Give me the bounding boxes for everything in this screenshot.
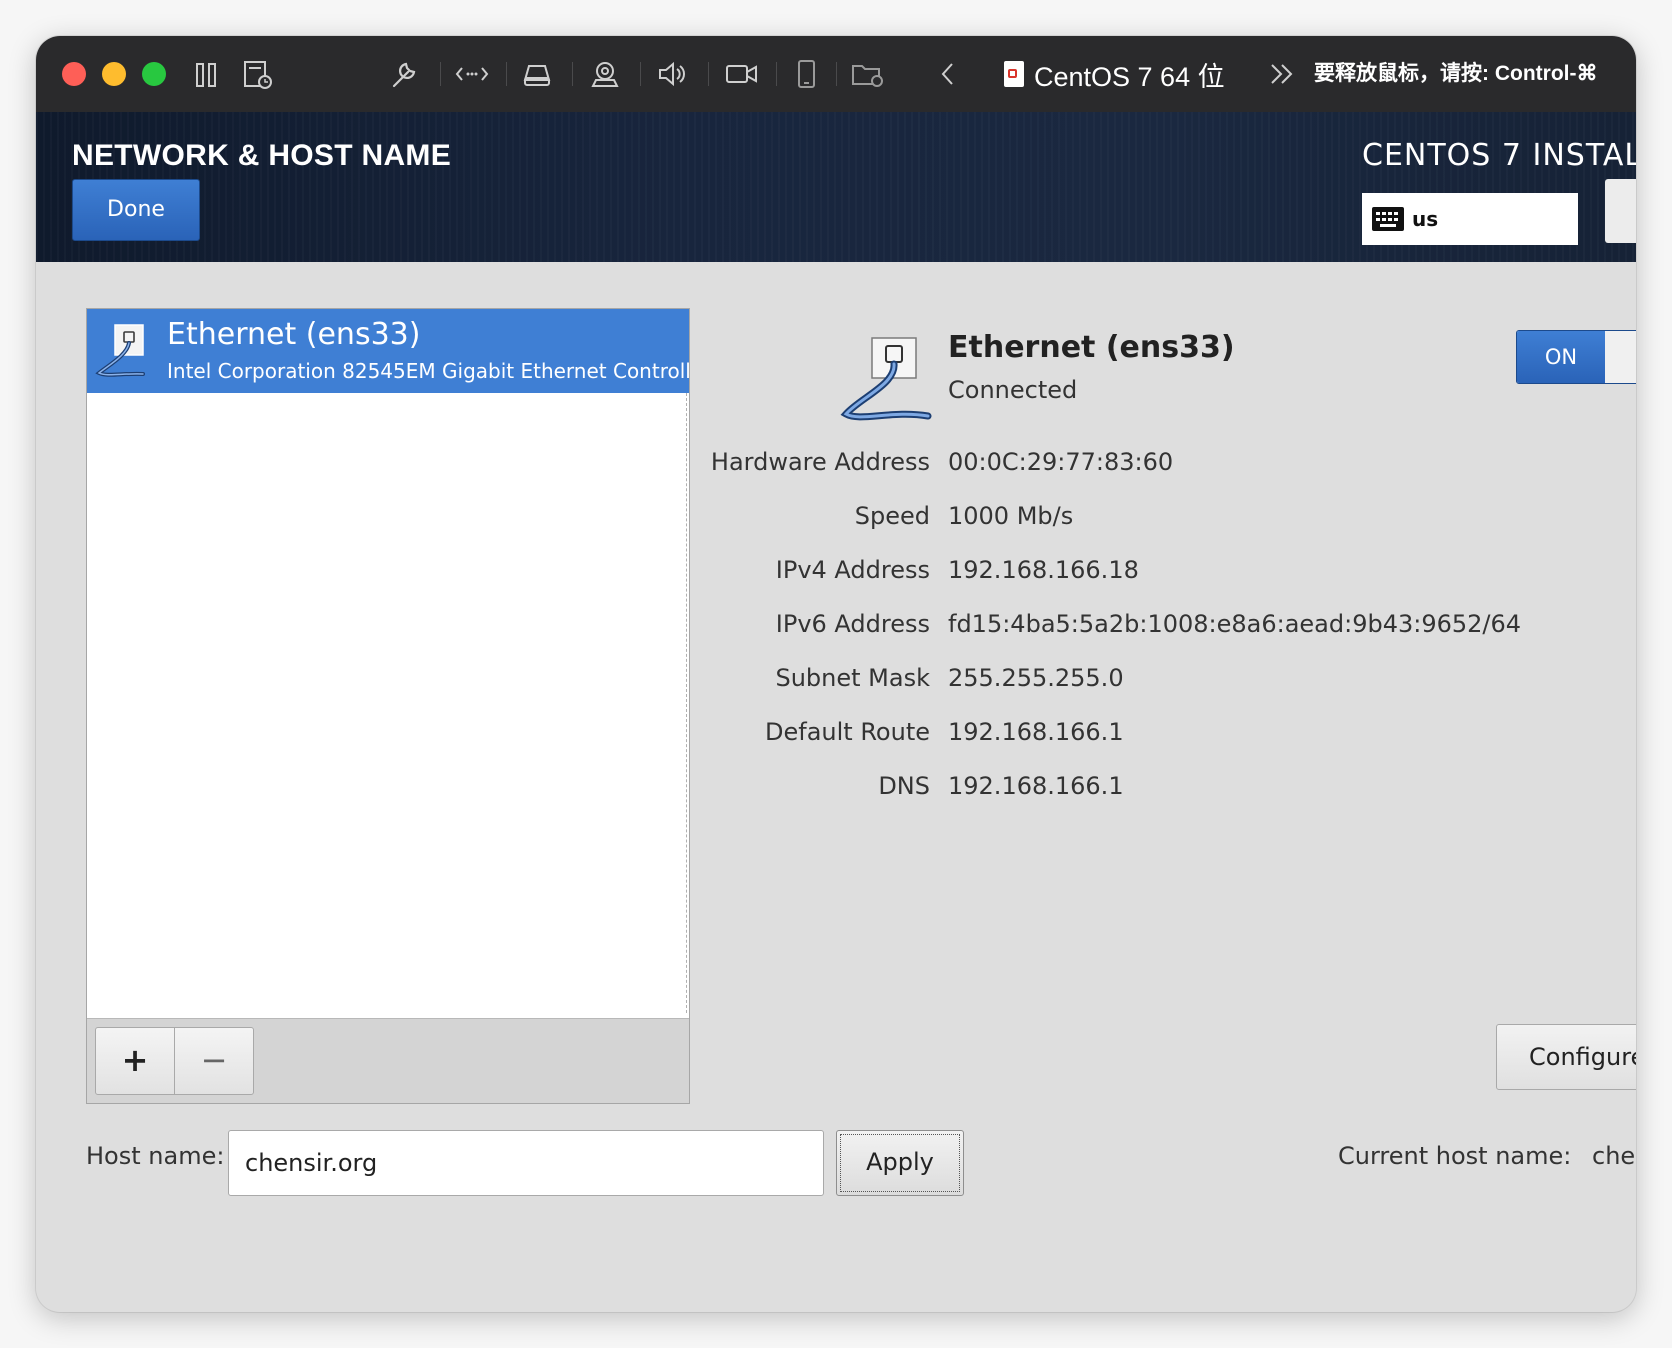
current-host-name-label: Current host name: bbox=[1338, 1142, 1572, 1170]
help-button[interactable] bbox=[1605, 179, 1636, 243]
hard-disk-icon[interactable] bbox=[520, 56, 554, 92]
keyboard-icon bbox=[1372, 207, 1404, 231]
close-window-button[interactable] bbox=[62, 62, 86, 86]
property-key: Default Route bbox=[765, 718, 930, 746]
shared-folder-icon[interactable] bbox=[850, 56, 886, 92]
back-chevron-icon[interactable] bbox=[938, 56, 958, 92]
device-name: Ethernet (ens33) bbox=[948, 330, 1235, 365]
property-value: 1000 Mb/s bbox=[948, 502, 1074, 530]
device-list-item-description: Intel Corporation 82545EM Gigabit Ethern… bbox=[167, 359, 689, 383]
mouse-release-hint: 要释放鼠标，请按: Control-⌘ bbox=[1314, 62, 1598, 85]
vm-window: CentOS 7 64 位 要释放鼠标，请按: Control-⌘ NETWOR… bbox=[36, 36, 1636, 1312]
keyboard-layout-indicator[interactable]: us bbox=[1362, 193, 1578, 245]
keyboard-layout-label: us bbox=[1412, 207, 1439, 231]
property-value: 00:0C:29:77:83:60 bbox=[948, 448, 1174, 476]
device-list-item-ens33[interactable]: Ethernet (ens33) Intel Corporation 82545… bbox=[87, 309, 689, 393]
ethernet-cable-icon bbox=[838, 332, 934, 432]
property-row: IPv4 Address 192.168.166.18 bbox=[686, 546, 1586, 600]
property-key: Hardware Address bbox=[710, 448, 930, 476]
more-chevron-icon[interactable] bbox=[1266, 56, 1298, 92]
property-row: Subnet Mask 255.255.255.0 bbox=[686, 654, 1586, 708]
remove-device-button[interactable]: − bbox=[174, 1027, 254, 1095]
host-name-input[interactable] bbox=[228, 1130, 824, 1196]
zoom-window-button[interactable] bbox=[142, 62, 166, 86]
property-value: 192.168.166.1 bbox=[948, 718, 1124, 746]
minimize-window-button[interactable] bbox=[102, 62, 126, 86]
device-on-off-toggle[interactable]: ON bbox=[1516, 330, 1636, 384]
device-properties: Hardware Address 00:0C:29:77:83:60 Speed… bbox=[686, 438, 1586, 816]
device-status: Connected bbox=[948, 376, 1078, 404]
device-list-area: Ethernet (ens33) Intel Corporation 82545… bbox=[87, 309, 689, 1019]
network-device-list: Ethernet (ens33) Intel Corporation 82545… bbox=[86, 308, 690, 1104]
ethernet-cable-icon bbox=[93, 319, 155, 383]
done-button[interactable]: Done bbox=[72, 179, 200, 241]
property-row: Speed 1000 Mb/s bbox=[686, 492, 1586, 546]
property-key: IPv6 Address bbox=[775, 610, 930, 638]
usb-device-icon[interactable] bbox=[794, 56, 820, 92]
apply-button[interactable]: Apply bbox=[836, 1130, 964, 1196]
installer-title: CENTOS 7 INSTALLATION bbox=[1362, 138, 1636, 173]
document-icon bbox=[1004, 61, 1024, 87]
property-row: Hardware Address 00:0C:29:77:83:60 bbox=[686, 438, 1586, 492]
network-arrows-icon[interactable] bbox=[454, 56, 490, 92]
installer-header: NETWORK & HOST NAME Done CENTOS 7 INSTAL… bbox=[36, 112, 1636, 262]
sound-icon[interactable] bbox=[656, 56, 690, 92]
snapshot-icon[interactable] bbox=[242, 56, 274, 92]
property-value: 192.168.166.18 bbox=[948, 556, 1139, 584]
property-key: IPv4 Address bbox=[775, 556, 930, 584]
settings-wrench-icon[interactable] bbox=[388, 56, 422, 92]
pause-icon[interactable] bbox=[194, 56, 220, 92]
property-row: Default Route 192.168.166.1 bbox=[686, 708, 1586, 762]
property-key: DNS bbox=[878, 772, 930, 800]
host-name-label: Host name: bbox=[86, 1142, 225, 1170]
camera-icon[interactable] bbox=[588, 56, 622, 92]
video-camera-icon[interactable] bbox=[724, 56, 760, 92]
property-key: Speed bbox=[854, 502, 930, 530]
property-value: 192.168.166.1 bbox=[948, 772, 1124, 800]
add-device-button[interactable]: + bbox=[95, 1027, 175, 1095]
property-row: DNS 192.168.166.1 bbox=[686, 762, 1586, 816]
vm-titlebar: CentOS 7 64 位 要释放鼠标，请按: Control-⌘ bbox=[36, 36, 1636, 113]
page-title: NETWORK & HOST NAME bbox=[72, 139, 452, 172]
vm-title: CentOS 7 64 位 bbox=[1004, 55, 1225, 93]
property-value: 255.255.255.0 bbox=[948, 664, 1124, 692]
current-host-name-value: chensir.org bbox=[1592, 1142, 1636, 1170]
vm-title-text: CentOS 7 64 位 bbox=[1034, 61, 1225, 92]
toggle-on-label: ON bbox=[1517, 331, 1605, 383]
property-key: Subnet Mask bbox=[775, 664, 930, 692]
property-row: IPv6 Address fd15:4ba5:5a2b:1008:e8a6:ae… bbox=[686, 600, 1586, 654]
device-list-item-name: Ethernet (ens33) bbox=[167, 317, 421, 352]
configure-button[interactable]: Configure... bbox=[1496, 1024, 1636, 1090]
property-value: fd15:4ba5:5a2b:1008:e8a6:aead:9b43:9652/… bbox=[948, 610, 1522, 638]
